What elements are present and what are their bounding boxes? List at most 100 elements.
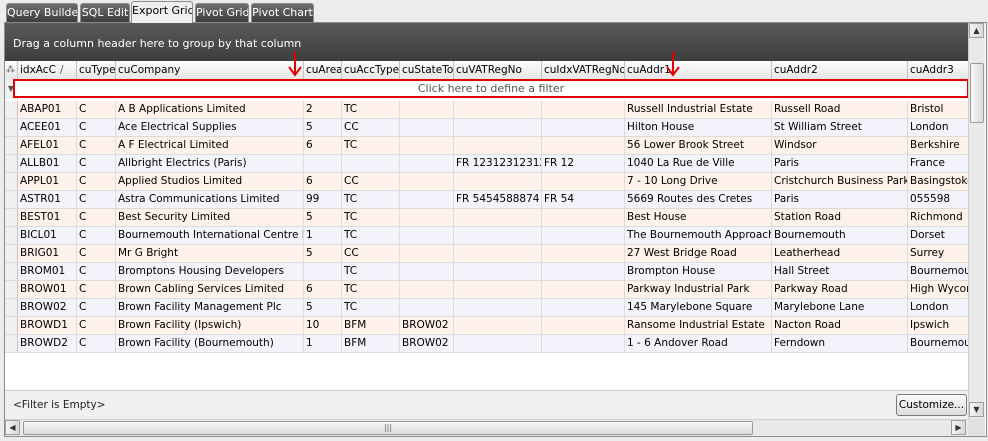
tab-pivot-chart[interactable]: Pivot Chart: [251, 3, 314, 22]
cell-cucompany[interactable]: Brown Facility Management Plc: [116, 299, 304, 316]
cell-cutype[interactable]: C: [77, 209, 116, 226]
cell-cuvatregno[interactable]: [454, 227, 542, 244]
cell-cuaddr3[interactable]: Richmond: [908, 209, 968, 226]
cell-cuaddr1[interactable]: 27 West Bridge Road: [625, 245, 772, 262]
cell-idxacc[interactable]: AFEL01: [18, 137, 77, 154]
cell-cuacctype[interactable]: TC: [342, 101, 400, 118]
cell-cuvatregno[interactable]: [454, 137, 542, 154]
row-indicator[interactable]: [5, 155, 18, 172]
cell-idxacc[interactable]: ASTR01: [18, 191, 77, 208]
row-indicator[interactable]: [5, 299, 18, 316]
row-indicator[interactable]: [5, 101, 18, 118]
cell-cuvatregno[interactable]: [454, 317, 542, 334]
cell-idxacc[interactable]: BRIG01: [18, 245, 77, 262]
column-header-cuaddr2[interactable]: cuAddr2: [772, 61, 908, 79]
row-indicator[interactable]: [5, 263, 18, 280]
cell-cuarea[interactable]: 5: [304, 299, 342, 316]
select-all-icon[interactable]: ⁂: [5, 61, 18, 79]
cell-cuacctype[interactable]: BFM: [342, 317, 400, 334]
cell-cuaddr3[interactable]: France: [908, 155, 968, 172]
cell-cuidxvatregno[interactable]: [542, 281, 625, 298]
cell-cuacctype[interactable]: TC: [342, 281, 400, 298]
cell-cuaddr1[interactable]: Russell Industrial Estate: [625, 101, 772, 118]
table-row[interactable]: BEST01 C Best Security Limited 5 TC Best Hous…: [5, 209, 968, 227]
cell-cutype[interactable]: C: [77, 227, 116, 244]
column-header-cuacctype[interactable]: cuAccType: [342, 61, 400, 79]
cell-cutype[interactable]: C: [77, 101, 116, 118]
row-indicator[interactable]: [5, 245, 18, 262]
cell-cucompany[interactable]: A F Electrical Limited: [116, 137, 304, 154]
cell-cuacctype[interactable]: TC: [342, 227, 400, 244]
cell-cucompany[interactable]: Astra Communications Limited: [116, 191, 304, 208]
cell-cuarea[interactable]: 10: [304, 317, 342, 334]
cell-idxacc[interactable]: APPL01: [18, 173, 77, 190]
cell-custateto[interactable]: [400, 155, 454, 172]
tab-export-grid[interactable]: Export Grid: [131, 1, 193, 23]
table-row[interactable]: ALLB01 C Allbright Electrics (Paris) FR 123…: [5, 155, 968, 173]
cell-custateto[interactable]: [400, 209, 454, 226]
cell-cuarea[interactable]: 5: [304, 245, 342, 262]
cell-cuaddr3[interactable]: Surrey: [908, 245, 968, 262]
cell-cucompany[interactable]: Bournemouth International Centre Ltd: [116, 227, 304, 244]
cell-custateto[interactable]: [400, 245, 454, 262]
cell-cuaddr1[interactable]: Best House: [625, 209, 772, 226]
cell-cuvatregno[interactable]: FR 12312312312: [454, 155, 542, 172]
cell-cuidxvatregno[interactable]: [542, 227, 625, 244]
cell-custateto[interactable]: [400, 173, 454, 190]
column-header-custateto[interactable]: cuStateTo: [400, 61, 454, 79]
table-row[interactable]: ABAP01 C A B Applications Limited 2 TC Russel…: [5, 101, 968, 119]
cell-cuvatregno[interactable]: [454, 281, 542, 298]
cell-cuarea[interactable]: [304, 263, 342, 280]
cell-cuarea[interactable]: 99: [304, 191, 342, 208]
cell-cuidxvatregno[interactable]: [542, 137, 625, 154]
cell-cuaddr3[interactable]: Bournemouth: [908, 263, 968, 280]
column-header-cuaddr1[interactable]: cuAddr1: [625, 61, 772, 79]
column-header-cucompany[interactable]: cuCompany: [116, 61, 304, 79]
row-indicator[interactable]: [5, 335, 18, 352]
cell-cucompany[interactable]: Brown Facility (Ipswich): [116, 317, 304, 334]
cell-custateto[interactable]: [400, 299, 454, 316]
cell-cuaddr2[interactable]: Paris: [772, 155, 908, 172]
cell-cuaddr1[interactable]: 5669 Routes des Cretes: [625, 191, 772, 208]
cell-cucompany[interactable]: Brown Facility (Bournemouth): [116, 335, 304, 352]
cell-custateto[interactable]: [400, 227, 454, 244]
cell-cuacctype[interactable]: BFM: [342, 335, 400, 352]
cell-cucompany[interactable]: Bromptons Housing Developers: [116, 263, 304, 280]
cell-cuvatregno[interactable]: [454, 245, 542, 262]
tab-sql-edit[interactable]: SQL Edit: [80, 3, 130, 22]
cell-cucompany[interactable]: Applied Studios Limited: [116, 173, 304, 190]
cell-cuaddr2[interactable]: Parkway Road: [772, 281, 908, 298]
cell-idxacc[interactable]: BROWD1: [18, 317, 77, 334]
table-row[interactable]: BROWD1 C Brown Facility (Ipswich) 10 BFM BROW…: [5, 317, 968, 335]
table-row[interactable]: BROWD2 C Brown Facility (Bournemouth) 1 BFM B…: [5, 335, 968, 353]
cell-cuarea[interactable]: 1: [304, 227, 342, 244]
cell-cuaddr1[interactable]: Ransome Industrial Estate: [625, 317, 772, 334]
cell-cuarea[interactable]: [304, 155, 342, 172]
cell-cuidxvatregno[interactable]: [542, 263, 625, 280]
cell-cuacctype[interactable]: CC: [342, 173, 400, 190]
cell-cuarea[interactable]: 5: [304, 209, 342, 226]
cell-cutype[interactable]: C: [77, 119, 116, 136]
cell-cuidxvatregno[interactable]: [542, 299, 625, 316]
cell-cuvatregno[interactable]: FR 5454588874: [454, 191, 542, 208]
cell-cuarea[interactable]: 6: [304, 137, 342, 154]
cell-cuvatregno[interactable]: [454, 119, 542, 136]
cell-cuvatregno[interactable]: [454, 263, 542, 280]
cell-idxacc[interactable]: BROW01: [18, 281, 77, 298]
cell-custateto[interactable]: [400, 191, 454, 208]
cell-idxacc[interactable]: BEST01: [18, 209, 77, 226]
filter-status-text[interactable]: <Filter is Empty>: [13, 399, 106, 411]
cell-cuaddr2[interactable]: Leatherhead: [772, 245, 908, 262]
cell-cuaddr2[interactable]: Station Road: [772, 209, 908, 226]
table-row[interactable]: AFEL01 C A F Electrical Limited 6 TC 56 Lower…: [5, 137, 968, 155]
cell-cuaddr1[interactable]: Parkway Industrial Park: [625, 281, 772, 298]
column-header-cutype[interactable]: cuType: [77, 61, 116, 79]
cell-idxacc[interactable]: ACEE01: [18, 119, 77, 136]
cell-cuvatregno[interactable]: [454, 101, 542, 118]
table-row[interactable]: ASTR01 C Astra Communications Limited 99 TC F…: [5, 191, 968, 209]
cell-idxacc[interactable]: BICL01: [18, 227, 77, 244]
vertical-scrollbar[interactable]: ▲ ▼: [968, 23, 985, 419]
column-header-cuarea[interactable]: cuArea: [304, 61, 342, 79]
cell-cuaddr2[interactable]: Cristchurch Business Park: [772, 173, 908, 190]
cell-cuidxvatregno[interactable]: [542, 119, 625, 136]
